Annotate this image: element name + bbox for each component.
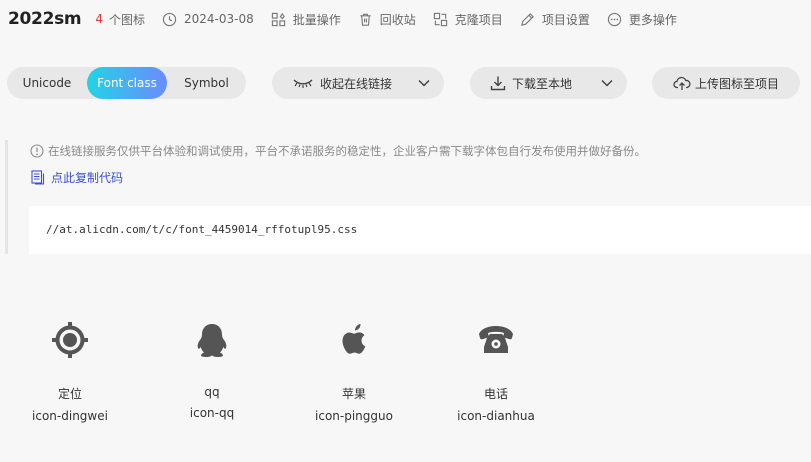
trash-icon [360, 13, 371, 26]
chevron-down-icon [418, 79, 430, 87]
recycle-bin-label: 回收站 [379, 12, 416, 27]
icon-class-name: icon-dingwei [32, 409, 108, 423]
batch-grid-icon [271, 12, 285, 26]
tab-font-class[interactable]: Font class [87, 67, 167, 99]
project-title: 2022sm [8, 9, 82, 29]
icon-card-pingguo[interactable]: 苹果 icon-pingguo [304, 315, 404, 423]
icon-class-name: icon-qq [189, 406, 235, 420]
collapse-link-button[interactable]: 收起在线链接 [272, 67, 444, 99]
icon-name: 苹果 [341, 387, 366, 401]
telephone-icon [479, 326, 513, 353]
css-link-text[interactable]: //at.alicdn.com/t/c/font_4459014_rffotup… [46, 223, 357, 236]
upload-label: 上传图标至项目 [695, 76, 780, 91]
batch-ops-label: 批量操作 [292, 12, 341, 27]
icon-card-dianhua[interactable]: 电话 icon-dianhua [446, 315, 546, 423]
eye-closed-icon [293, 79, 313, 88]
icon-card-qq[interactable]: qq icon-qq [162, 315, 262, 420]
icon-name: 定位 [57, 387, 82, 401]
collapse-link-label: 收起在线链接 [320, 76, 393, 91]
apple-icon [342, 324, 366, 354]
document-copy-icon [31, 170, 45, 185]
icon-count-label: 个图标 [109, 12, 146, 27]
download-button[interactable]: 下载至本地 [470, 67, 627, 99]
info-icon [30, 144, 44, 158]
project-settings-label: 项目设置 [541, 12, 590, 27]
icon-class-name: icon-dianhua [457, 409, 535, 423]
icon-count: 4 [95, 12, 103, 26]
more-ops-button[interactable]: 更多操作 [607, 11, 677, 28]
project-header: 2022sm 4 个图标 2024-03-08 批量操作 回收站 克隆项目 项目… [8, 8, 694, 30]
chevron-down-icon [601, 79, 613, 87]
more-dots-icon [607, 12, 621, 26]
date-text: 2024-03-08 [184, 12, 254, 26]
icon-card-dingwei[interactable]: 定位 icon-dingwei [20, 315, 120, 423]
cloud-upload-icon [673, 76, 691, 90]
download-icon [490, 76, 506, 91]
css-link-box: //at.alicdn.com/t/c/font_4459014_rffotup… [29, 206, 811, 254]
notice-divider [5, 140, 8, 254]
notice-text: 在线链接服务仅供平台体验和调试使用，平台不承诺服务的稳定性，企业客户需下载字体包… [48, 144, 646, 158]
recycle-bin-button[interactable]: 回收站 [358, 11, 416, 28]
tab-symbol[interactable]: Symbol [167, 67, 246, 99]
clone-project-label: 克隆项目 [454, 12, 503, 27]
qq-icon [197, 324, 227, 357]
copy-code-label: 点此复制代码 [51, 171, 124, 185]
clone-project-button[interactable]: 克隆项目 [433, 11, 503, 28]
icon-name: qq [204, 385, 220, 399]
more-ops-label: 更多操作 [628, 12, 677, 27]
pencil-icon [520, 12, 534, 26]
project-settings-button[interactable]: 项目设置 [520, 11, 590, 28]
date-info: 2024-03-08 [162, 12, 254, 27]
code-type-tabs: Unicode Font class Symbol [7, 67, 246, 99]
batch-ops-button[interactable]: 批量操作 [271, 11, 341, 28]
clone-icon [433, 12, 447, 26]
online-link-notice: 在线链接服务仅供平台体验和调试使用，平台不承诺服务的稳定性，企业客户需下载字体包… [30, 143, 646, 159]
tab-unicode[interactable]: Unicode [7, 67, 87, 99]
icon-class-name: icon-pingguo [315, 409, 393, 423]
download-label: 下载至本地 [512, 76, 573, 91]
clock-icon [162, 12, 177, 26]
location-icon [52, 322, 88, 358]
copy-code-link[interactable]: 点此复制代码 [31, 169, 123, 186]
upload-icons-button[interactable]: 上传图标至项目 [652, 67, 800, 99]
icon-name: 电话 [483, 387, 508, 401]
